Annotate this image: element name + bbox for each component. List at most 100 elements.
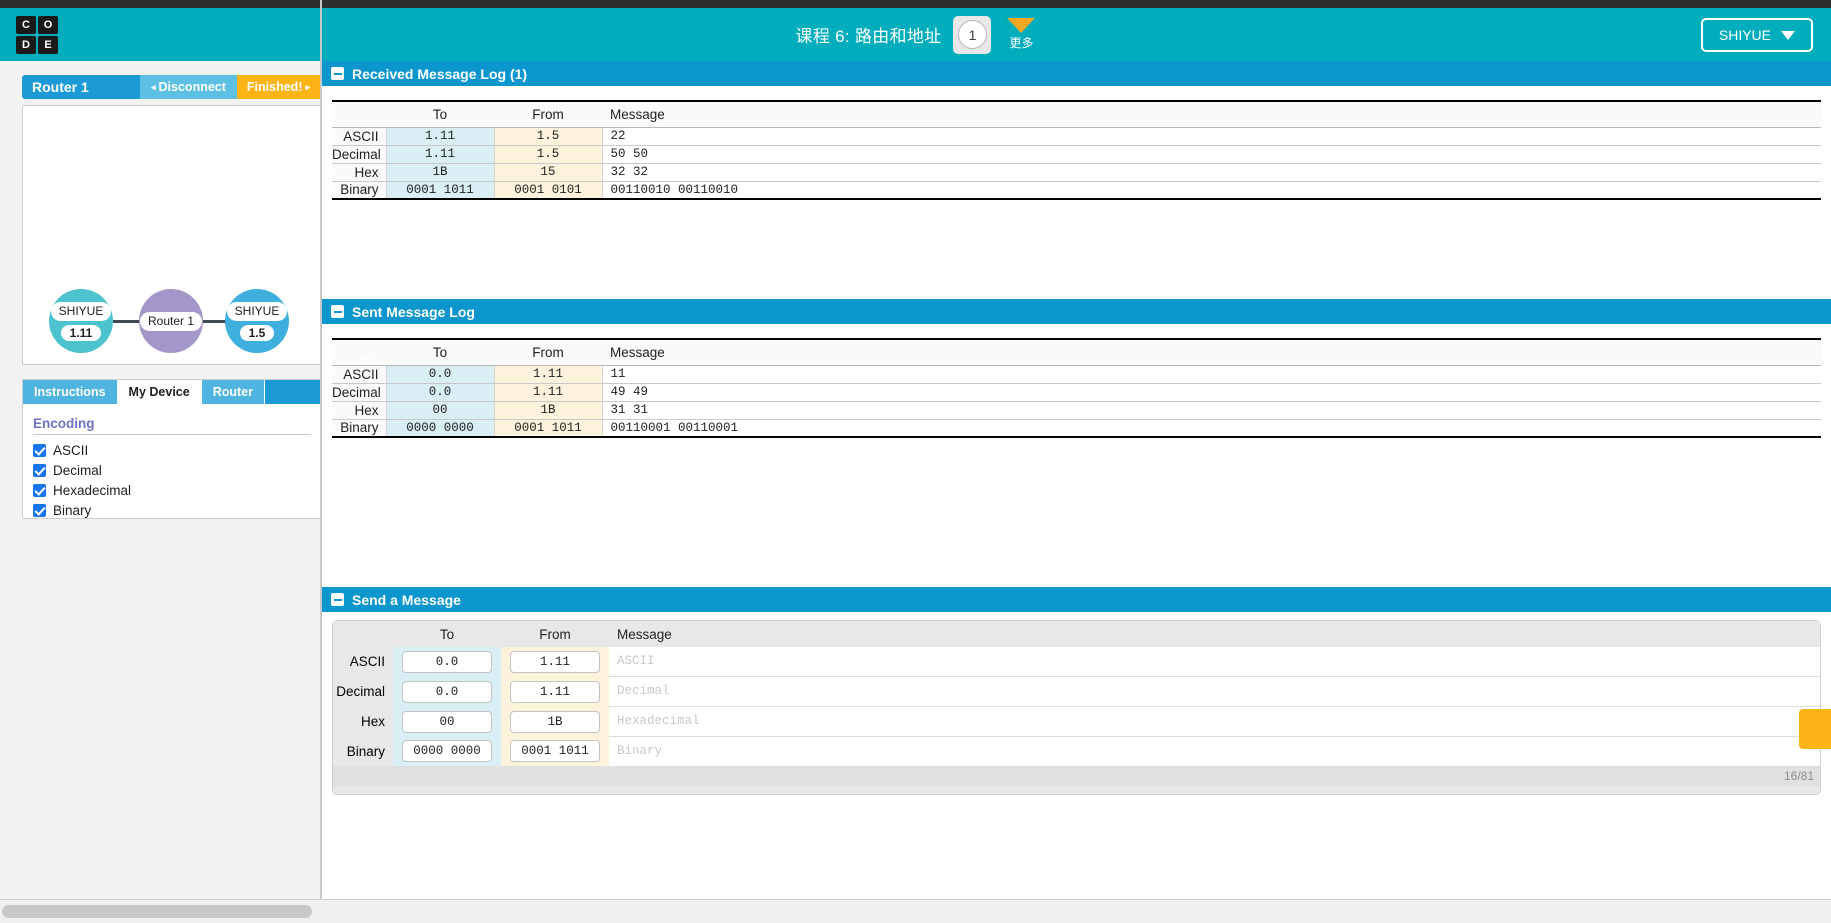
network-diagram-panel: SHIYUE 1.11 Router 1 SHIYUE 1.5 <box>22 105 322 365</box>
from-input-binary[interactable]: 0001 1011 <box>510 740 600 763</box>
encoding-panel: Encoding ASCII Decimal Hexadecimal Binar… <box>23 404 321 520</box>
chevron-down-icon <box>1781 30 1795 40</box>
col-header-from: From <box>501 621 609 647</box>
message-input-binary[interactable]: Binary <box>609 737 1820 766</box>
finished-button[interactable]: Finished! ▸ <box>236 75 321 99</box>
level-indicator-1[interactable]: 1 <box>953 15 992 54</box>
network-node-router[interactable]: Router 1 <box>139 289 203 353</box>
scrollbar-thumb[interactable] <box>2 905 312 918</box>
table-row: ASCII 1.11 1.5 22 <box>332 127 1821 146</box>
collapse-icon[interactable] <box>331 305 344 318</box>
collapse-cell[interactable] <box>332 338 386 366</box>
row-label: Decimal <box>336 684 385 699</box>
table-header-row: To From Message <box>333 621 1820 647</box>
tab-label: My Device <box>128 385 190 399</box>
cell-from: 1.5 <box>494 127 603 146</box>
sent-message-log-panel: Sent Message Log To From Message ASCII 0… <box>322 299 1831 587</box>
col-header-message: Message <box>602 338 1821 366</box>
cell-message: 00110001 00110001 <box>602 419 1821 438</box>
collapse-icon[interactable] <box>331 67 344 80</box>
cell-message: 11 <box>602 365 1821 384</box>
to-input-binary[interactable]: 0000 0000 <box>402 740 492 763</box>
tab-bar: Instructions My Device Router <box>23 380 321 404</box>
tab-my-device[interactable]: My Device <box>117 380 202 404</box>
message-input-hex[interactable]: Hexadecimal <box>609 707 1820 736</box>
app-header: C O D E 课程 6: 路由和地址 1 更多 SHIYUE <box>0 8 1831 61</box>
encoding-option-binary[interactable]: Binary <box>33 500 311 520</box>
received-log-body: To From Message ASCII 1.11 1.5 22 Decima… <box>322 86 1831 299</box>
more-menu-button[interactable]: 更多 <box>1007 18 1036 51</box>
checkbox-checked-icon[interactable] <box>33 503 46 517</box>
encoding-option-hexadecimal[interactable]: Hexadecimal <box>33 480 311 500</box>
encoding-option-label: Hexadecimal <box>53 482 132 498</box>
cell-to: 1B <box>385 163 495 182</box>
lesson-title: 课程 6: 路由和地址 <box>795 27 942 46</box>
encoding-option-decimal[interactable]: Decimal <box>33 460 311 480</box>
row-label: Hex <box>332 163 386 182</box>
top-dark-strip <box>0 0 1831 8</box>
user-menu-button[interactable]: SHIYUE <box>1700 18 1813 52</box>
from-input-decimal[interactable]: 1.11 <box>510 680 600 703</box>
from-input-ascii[interactable]: 1.11 <box>510 650 600 673</box>
send-message-table: To From Message ASCII 0.0 1.11 ASCII Dec… <box>333 621 1820 766</box>
cell-from: 1.11 <box>494 365 603 384</box>
table-row: Hex 1B 15 32 32 <box>332 163 1821 182</box>
code-org-logo[interactable]: C O D E <box>16 16 58 54</box>
cell-to: 0000 0000 <box>385 419 495 438</box>
tab-label: Router <box>212 385 253 399</box>
checkbox-checked-icon[interactable] <box>33 463 46 477</box>
sent-log-header[interactable]: Sent Message Log <box>322 299 1831 324</box>
table-header-row: To From Message <box>332 338 1821 366</box>
cell-from: 1.5 <box>494 145 603 164</box>
tab-router[interactable]: Router <box>201 380 265 404</box>
message-input-decimal[interactable]: Decimal <box>609 677 1820 706</box>
row-label: ASCII <box>332 365 386 384</box>
to-input-decimal[interactable]: 0.0 <box>402 680 492 703</box>
node-label: SHIYUE <box>226 301 288 321</box>
network-node-device-1[interactable]: SHIYUE 1.11 <box>49 289 113 353</box>
disconnect-label: Disconnect <box>158 80 226 94</box>
cell-from: 0001 0101 <box>494 181 603 200</box>
encoding-option-label: Decimal <box>53 462 102 478</box>
right-arrow-icon: ▸ <box>305 81 311 92</box>
logo-letter-c: C <box>16 16 36 34</box>
network-node-device-2[interactable]: SHIYUE 1.5 <box>225 289 289 353</box>
cell-to: 00 <box>385 401 495 420</box>
send-button[interactable] <box>1799 709 1831 749</box>
left-arrow-icon: ◂ <box>151 81 156 92</box>
collapse-cell[interactable] <box>332 100 386 128</box>
row-label: Binary <box>346 743 385 759</box>
encoding-option-ascii[interactable]: ASCII <box>33 440 311 460</box>
collapse-icon[interactable] <box>331 593 344 606</box>
row-label: Binary <box>332 419 386 438</box>
tab-label: Instructions <box>34 385 106 399</box>
row-label: Decimal <box>332 145 386 164</box>
received-log-title: Received Message Log (1) <box>352 65 528 82</box>
cell-to: 0001 1011 <box>385 181 495 200</box>
tab-instructions[interactable]: Instructions <box>23 380 118 404</box>
sent-log-body: To From Message ASCII 0.0 1.11 11 Decima… <box>322 324 1831 587</box>
send-row-decimal: Decimal 0.0 1.11 Decimal <box>333 676 1820 707</box>
horizontal-scrollbar[interactable] <box>0 899 1831 923</box>
from-input-hex[interactable]: 1B <box>510 710 600 733</box>
checkbox-checked-icon[interactable] <box>33 443 46 457</box>
send-message-header[interactable]: Send a Message <box>322 587 1831 612</box>
cell-message: 49 49 <box>602 383 1821 402</box>
triangle-down-icon <box>1007 18 1036 33</box>
message-input-ascii[interactable]: ASCII <box>609 647 1820 676</box>
send-row-binary: Binary 0000 0000 0001 1011 Binary <box>333 736 1820 766</box>
send-row-hex: Hex 00 1B Hexadecimal <box>333 706 1820 737</box>
encoding-title: Encoding <box>33 416 311 435</box>
checkbox-checked-icon[interactable] <box>33 483 46 497</box>
table-row: Decimal 0.0 1.11 49 49 <box>332 383 1821 402</box>
row-label: Decimal <box>332 383 386 402</box>
to-input-hex[interactable]: 00 <box>402 710 492 733</box>
logo-letter-e: E <box>38 36 58 54</box>
disconnect-button[interactable]: ◂ Disconnect <box>140 75 237 99</box>
network-canvas[interactable]: SHIYUE 1.11 Router 1 SHIYUE 1.5 <box>23 106 321 364</box>
to-input-ascii[interactable]: 0.0 <box>402 650 492 673</box>
col-header-to: To <box>393 621 501 647</box>
level-number: 1 <box>957 20 987 49</box>
user-name-label: SHIYUE <box>1718 27 1771 43</box>
received-log-header[interactable]: Received Message Log (1) <box>322 61 1831 86</box>
